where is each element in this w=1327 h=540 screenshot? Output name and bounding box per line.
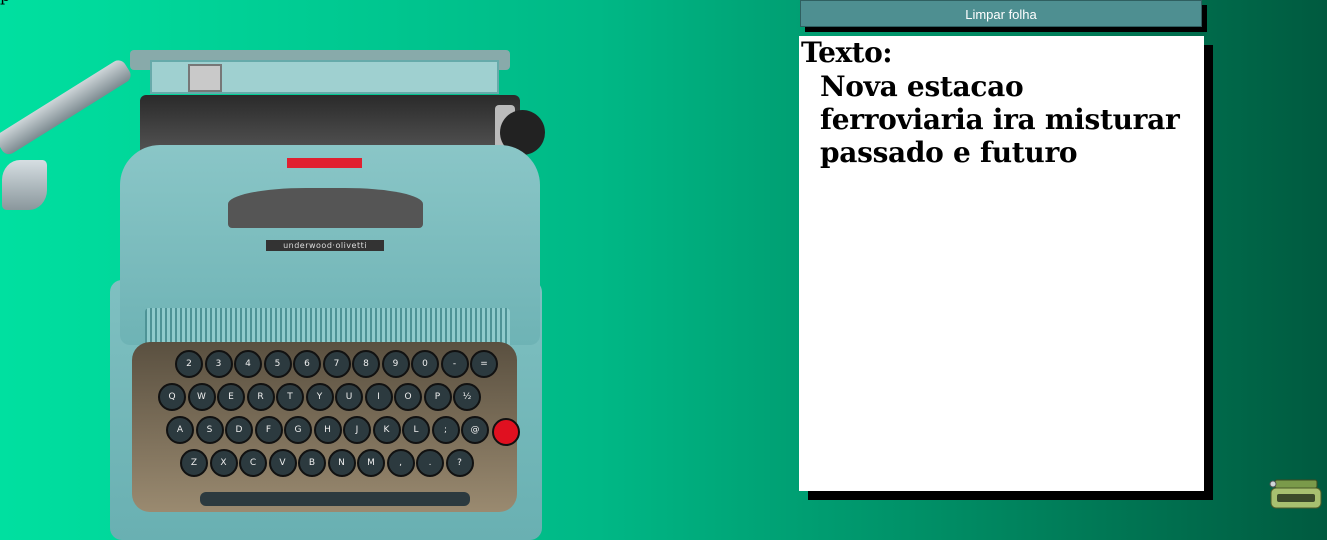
corner-text: p — [0, 0, 10, 5]
typewriter-key: O — [394, 383, 422, 411]
typewriter-key: K — [372, 416, 401, 444]
typewriter-key: X — [209, 449, 238, 477]
typewriter-key: = — [470, 350, 498, 378]
paper-text: Nova estacao ferroviaria ira misturar pa… — [820, 70, 1180, 169]
typewriter-key: 4 — [234, 350, 262, 378]
typewriter-key: H — [313, 416, 342, 444]
typewriter-key: ? — [445, 449, 474, 477]
typewriter-key: V — [268, 449, 297, 477]
typewriter-key: @ — [461, 416, 489, 444]
brand-label: underwood·olivetti — [266, 240, 384, 251]
typewriter-key: M — [357, 449, 385, 477]
typewriter-key: . — [416, 449, 444, 477]
typewriter-key: Q — [158, 383, 186, 411]
typewriter-key: 7 — [322, 350, 351, 378]
typewriter-key: ½ — [453, 383, 481, 411]
typewriter-key: G — [284, 416, 312, 444]
typewriter-key: 5 — [263, 350, 292, 378]
typewriter-key: P — [423, 383, 452, 411]
typewriter-key: D — [225, 416, 253, 444]
typewriter-key: 2 — [175, 350, 203, 378]
ribbon — [287, 158, 362, 168]
clear-sheet-button[interactable]: Limpar folha — [800, 0, 1202, 27]
typewriter-key: ; — [431, 416, 460, 444]
typewriter-key: S — [195, 416, 224, 444]
red-key — [492, 418, 520, 446]
typewriter-key: A — [166, 416, 194, 444]
typewriter-key: L — [402, 416, 430, 444]
typewriter-key: 3 — [204, 350, 233, 378]
typewriter-key: 6 — [293, 350, 321, 378]
typewriter-key: N — [327, 449, 356, 477]
typewriter-key: U — [335, 383, 363, 411]
typewriter-key: Z — [180, 449, 208, 477]
typewriter-key: T — [276, 383, 304, 411]
carriage-return-lever — [0, 57, 134, 158]
typewriter-key: - — [440, 350, 469, 378]
typewriter-key: , — [386, 449, 415, 477]
typewriter-key: W — [187, 383, 216, 411]
paper-label: Texto: — [801, 36, 893, 69]
typewriter-key: I — [364, 383, 393, 411]
paper-holder — [188, 64, 222, 92]
paper-sheet: Texto: Nova estacao ferroviaria ira mist… — [799, 36, 1204, 491]
space-bar — [200, 492, 470, 506]
typewriter-image: underwood·olivetti 2 3 4 5 6 7 8 9 0- = Q W E R T Y U I O P… — [0, 40, 560, 540]
typewriter-key: C — [239, 449, 267, 477]
typewriter-key: F — [254, 416, 283, 444]
typewriter-icon[interactable] — [1267, 474, 1325, 514]
typewriter-key: 8 — [352, 350, 380, 378]
typewriter-key: J — [343, 416, 371, 444]
typewriter-key: R — [246, 383, 275, 411]
typewriter-key: 9 — [381, 350, 410, 378]
typebar-window — [228, 188, 423, 228]
typewriter-key: E — [217, 383, 245, 411]
carriage-return-lever-tip — [2, 160, 47, 210]
typewriter-key: B — [298, 449, 326, 477]
typewriter-key: Y — [305, 383, 334, 411]
typewriter-key: 0 — [411, 350, 439, 378]
